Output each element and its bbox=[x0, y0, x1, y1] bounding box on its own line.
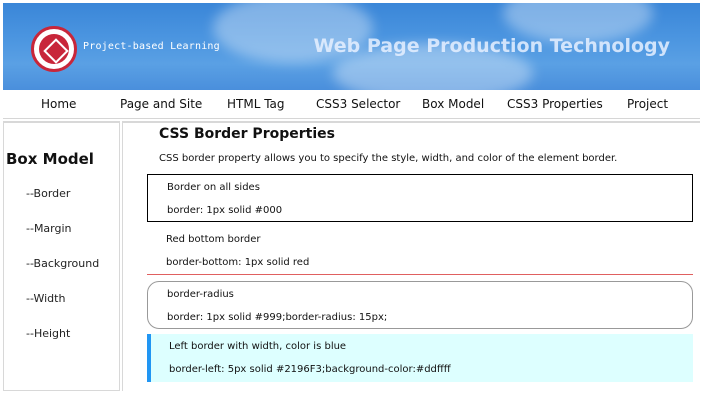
banner-subtitle: Project-based Learning bbox=[83, 41, 220, 52]
sidebar-link-width[interactable]: --Width bbox=[26, 292, 65, 305]
nav-item-page-and-site[interactable]: Page and Site bbox=[120, 97, 202, 111]
demo-label: border-radius bbox=[167, 289, 234, 300]
nav-item-css3-selector[interactable]: CSS3 Selector bbox=[316, 97, 400, 111]
demo-border-left-blue: Left border with width, color is blue bo… bbox=[147, 334, 693, 382]
nav-item-home[interactable]: Home bbox=[41, 97, 76, 111]
demo-border-all-sides: Border on all sides border: 1px solid #0… bbox=[147, 174, 693, 222]
page-description: CSS border property allows you to specif… bbox=[159, 153, 618, 164]
sidebar-link-margin[interactable]: --Margin bbox=[26, 222, 72, 235]
site-banner: Project-based Learning Web Page Producti… bbox=[3, 3, 700, 90]
main-nav: Home Page and Site HTML Tag CSS3 Selecto… bbox=[3, 91, 700, 119]
demo-border-bottom-red: Red bottom border border-bottom: 1px sol… bbox=[147, 227, 693, 275]
demo-label: Left border with width, color is blue bbox=[169, 341, 347, 352]
demo-border-radius: border-radius border: 1px solid #999;bor… bbox=[147, 281, 693, 329]
nav-item-project[interactable]: Project bbox=[627, 97, 668, 111]
demo-code: border: 1px solid #999;border-radius: 15… bbox=[167, 312, 388, 323]
demo-code: border-bottom: 1px solid red bbox=[166, 257, 310, 268]
sidebar-link-height[interactable]: --Height bbox=[26, 327, 70, 340]
nav-item-css3-properties[interactable]: CSS3 Properties bbox=[507, 97, 603, 111]
sidebar-link-border[interactable]: --Border bbox=[26, 187, 70, 200]
page-title: CSS Border Properties bbox=[159, 126, 335, 142]
nav-item-html-tag[interactable]: HTML Tag bbox=[227, 97, 285, 111]
sidebar: Box Model --Border --Margin --Background… bbox=[3, 121, 120, 391]
school-logo-icon bbox=[31, 26, 77, 72]
demo-label: Red bottom border bbox=[166, 234, 261, 245]
main-content: CSS Border Properties CSS border propert… bbox=[122, 121, 700, 391]
demo-code: border-left: 5px solid #2196F3;backgroun… bbox=[169, 364, 451, 375]
demo-code: border: 1px solid #000 bbox=[167, 205, 283, 216]
nav-item-box-model[interactable]: Box Model bbox=[422, 97, 484, 111]
demo-label: Border on all sides bbox=[167, 182, 260, 193]
sidebar-title: Box Model bbox=[6, 150, 94, 168]
banner-title: Web Page Production Technology bbox=[313, 35, 671, 57]
sidebar-link-background[interactable]: --Background bbox=[26, 257, 99, 270]
